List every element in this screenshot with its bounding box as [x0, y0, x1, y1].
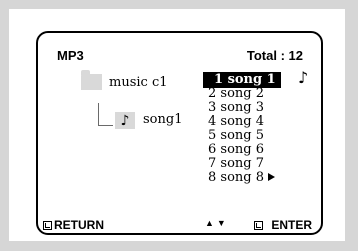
navigation-hint: ▲ ▼ — [205, 218, 226, 228]
enter-icon — [254, 220, 264, 230]
folder-icon[interactable] — [81, 70, 102, 90]
song-item[interactable]: 8 song 8 — [208, 171, 276, 185]
enter-label: ENTER — [271, 218, 312, 232]
return-button[interactable]: RETURN — [43, 218, 104, 232]
enter-button[interactable]: ENTER — [254, 218, 312, 232]
song-item[interactable]: 7 song 7 — [208, 157, 276, 171]
song-item[interactable]: 2 song 2 — [208, 87, 276, 101]
music-note-icon: ♪ — [298, 68, 309, 87]
return-icon — [43, 220, 52, 230]
tree-connector — [98, 103, 113, 126]
song-item[interactable]: 3 song 3 — [208, 101, 276, 115]
song-item[interactable]: 5 song 5 — [208, 129, 276, 143]
osd-screen: MP3 Total : 12 music c1 ♪ song1 1 song 1… — [9, 9, 345, 241]
play-arrow-icon[interactable] — [268, 172, 275, 181]
song-item[interactable]: 4 song 4 — [208, 115, 276, 129]
folder-label[interactable]: music c1 — [109, 75, 168, 90]
down-arrow-icon: ▼ — [216, 218, 226, 228]
song-item[interactable]: 1 song 1 ♪ — [203, 70, 308, 88]
song-item[interactable]: 6 song 6 — [208, 143, 276, 157]
panel-title: MP3 — [57, 48, 84, 63]
song-list: 1 song 1 ♪ 2 song 2 3 song 3 4 song 4 5 … — [203, 70, 308, 185]
music-note-icon[interactable]: ♪ — [115, 112, 135, 129]
return-label: RETURN — [54, 218, 104, 232]
total-count: Total : 12 — [246, 48, 303, 63]
up-arrow-icon: ▲ — [205, 218, 214, 228]
file-label[interactable]: song1 — [143, 112, 182, 127]
mp3-panel: MP3 Total : 12 music c1 ♪ song1 1 song 1… — [36, 31, 323, 235]
